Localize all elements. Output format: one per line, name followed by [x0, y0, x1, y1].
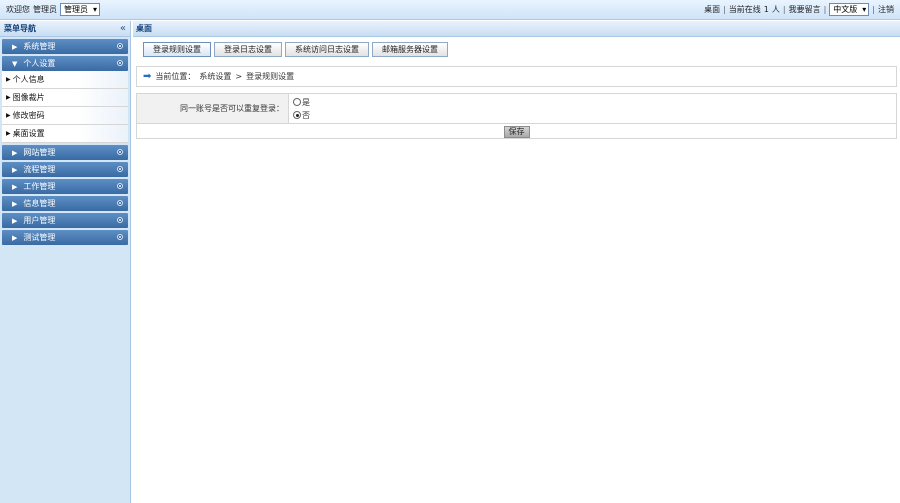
- circle-icon: [117, 183, 123, 189]
- top-bar: 欢迎您 管理员 管理员 ▾ 桌面 | 当前在线 1 人 | 我要留言 | 中文版…: [0, 0, 900, 20]
- option-yes[interactable]: 是: [293, 97, 310, 108]
- logout-link[interactable]: 注销: [878, 4, 894, 15]
- language-select[interactable]: 中文版 ▾: [829, 3, 870, 16]
- breadcrumb-sep: >: [235, 72, 243, 81]
- circle-icon: [117, 43, 123, 49]
- page-title: 桌面: [136, 24, 152, 33]
- top-bar-left: 欢迎您 管理员 管理员 ▾: [6, 3, 101, 16]
- language-select-value: 中文版: [833, 5, 858, 14]
- menu-item-work[interactable]: ▶ 工作管理: [2, 179, 128, 194]
- menu-item-label: 用户管理: [23, 216, 56, 225]
- submenu-item-avatar[interactable]: ▶ 图像裁片: [2, 89, 128, 107]
- sidebar-header: 菜单导航 «: [0, 21, 130, 37]
- arrow-right-icon: ▶: [6, 76, 11, 83]
- menu-item-users[interactable]: ▶ 用户管理: [2, 213, 128, 228]
- submenu-item-label: 个人信息: [12, 75, 45, 84]
- circle-icon: [117, 234, 123, 240]
- tab-mail-server[interactable]: 邮箱服务器设置: [372, 42, 448, 57]
- arrow-right-icon: ▶: [6, 112, 11, 119]
- play-icon: ▶: [12, 42, 18, 51]
- submenu-item-password[interactable]: ▶ 修改密码: [2, 107, 128, 125]
- arrow-right-icon: ➡: [143, 71, 152, 82]
- play-icon: ▶: [12, 233, 18, 242]
- submenu-item-label: 图像裁片: [12, 93, 45, 102]
- sidebar: 菜单导航 « ▶ 系统管理 ▼ 个人设置 ▶ 个人信息 ▶ 图像裁片 ▶ 修改密…: [0, 21, 131, 503]
- radio-no[interactable]: [293, 111, 301, 119]
- user-name: 管理员: [33, 5, 57, 14]
- menu-item-test[interactable]: ▶ 测试管理: [2, 230, 128, 245]
- menu-item-label: 系统管理: [23, 42, 56, 51]
- repeat-login-options: 是 否: [289, 94, 310, 123]
- top-bar-right: 桌面 | 当前在线 1 人 | 我要留言 | 中文版 ▾ | 注销: [704, 3, 894, 16]
- online-prefix: 当前在线: [728, 5, 761, 14]
- circle-icon: [117, 200, 123, 206]
- tab-access-log[interactable]: 系统访问日志设置: [285, 42, 369, 57]
- online-unit: 人: [771, 5, 780, 14]
- menu-item-workflow[interactable]: ▶ 流程管理: [2, 162, 128, 177]
- form-row-repeat-login: 同一账号是否可以重复登录： 是 否: [137, 94, 896, 124]
- chevron-down-icon: ▾: [93, 5, 98, 14]
- divider: |: [782, 5, 786, 14]
- circle-icon: [117, 60, 123, 66]
- breadcrumb-prefix: 当前位置：: [155, 72, 196, 81]
- menu-item-label: 工作管理: [23, 182, 56, 191]
- menu-item-label: 网站管理: [23, 148, 56, 157]
- play-icon: ▶: [12, 165, 18, 174]
- save-button[interactable]: 保存: [503, 125, 530, 138]
- arrow-right-icon: ▶: [6, 94, 11, 101]
- tab-login-log[interactable]: 登录日志设置: [214, 42, 282, 57]
- menu-item-info[interactable]: ▶ 信息管理: [2, 196, 128, 211]
- option-no[interactable]: 否: [293, 110, 310, 121]
- expand-icon: ▼: [12, 59, 18, 68]
- menu-item-label: 测试管理: [23, 233, 56, 242]
- play-icon: ▶: [12, 182, 18, 191]
- breadcrumb-part1: 系统设置: [199, 72, 232, 81]
- role-select-value: 管理员: [64, 5, 88, 14]
- form-actions: 保存: [137, 124, 896, 139]
- breadcrumb: ➡ 当前位置： 系统设置 > 登录规则设置: [136, 66, 897, 87]
- menu-item-label: 个人设置: [23, 59, 56, 68]
- arrow-right-icon: ▶: [6, 130, 11, 137]
- circle-icon: [117, 166, 123, 172]
- sidebar-title: 菜单导航: [4, 24, 36, 33]
- submenu-item-label: 桌面设置: [12, 129, 45, 138]
- settings-form: 同一账号是否可以重复登录： 是 否 保存: [136, 93, 897, 139]
- play-icon: ▶: [12, 199, 18, 208]
- menu-item-system[interactable]: ▶ 系统管理: [2, 39, 128, 54]
- submenu-item-label: 修改密码: [12, 111, 45, 120]
- menu-item-label: 信息管理: [23, 199, 56, 208]
- menu-item-label: 流程管理: [23, 165, 56, 174]
- submenu-item-profile[interactable]: ▶ 个人信息: [2, 71, 128, 89]
- tab-bar: 登录规则设置 登录日志设置 系统访问日志设置 邮箱服务器设置: [143, 42, 448, 57]
- circle-icon: [117, 217, 123, 223]
- chevron-down-icon: ▾: [862, 5, 867, 14]
- collapse-icon[interactable]: «: [120, 23, 126, 34]
- divider: |: [723, 5, 726, 14]
- welcome-text: 欢迎您: [6, 5, 30, 14]
- breadcrumb-part2: 登录规则设置: [246, 72, 295, 81]
- role-select[interactable]: 管理员 ▾: [60, 3, 101, 16]
- play-icon: ▶: [12, 148, 18, 157]
- main-header: 桌面: [133, 21, 900, 37]
- submenu-item-desktop[interactable]: ▶ 桌面设置: [2, 125, 128, 143]
- option-no-label: 否: [302, 110, 310, 120]
- radio-yes[interactable]: [293, 98, 301, 106]
- divider: |: [872, 5, 875, 14]
- play-icon: ▶: [12, 216, 18, 225]
- repeat-login-label: 同一账号是否可以重复登录：: [137, 94, 289, 123]
- option-yes-label: 是: [302, 97, 310, 107]
- main-panel: 桌面 登录规则设置 登录日志设置 系统访问日志设置 邮箱服务器设置 ➡ 当前位置…: [133, 21, 900, 503]
- menu-item-personal[interactable]: ▼ 个人设置: [2, 56, 128, 71]
- submenu-personal: ▶ 个人信息 ▶ 图像裁片 ▶ 修改密码 ▶ 桌面设置: [2, 71, 128, 143]
- circle-icon: [117, 149, 123, 155]
- tab-login-rules[interactable]: 登录规则设置: [143, 42, 211, 57]
- menu-item-website[interactable]: ▶ 网站管理: [2, 145, 128, 160]
- online-count: 1: [763, 5, 769, 14]
- desktop-link[interactable]: 桌面: [704, 4, 720, 15]
- message-link[interactable]: 我要留言: [789, 4, 821, 15]
- divider: |: [823, 5, 827, 14]
